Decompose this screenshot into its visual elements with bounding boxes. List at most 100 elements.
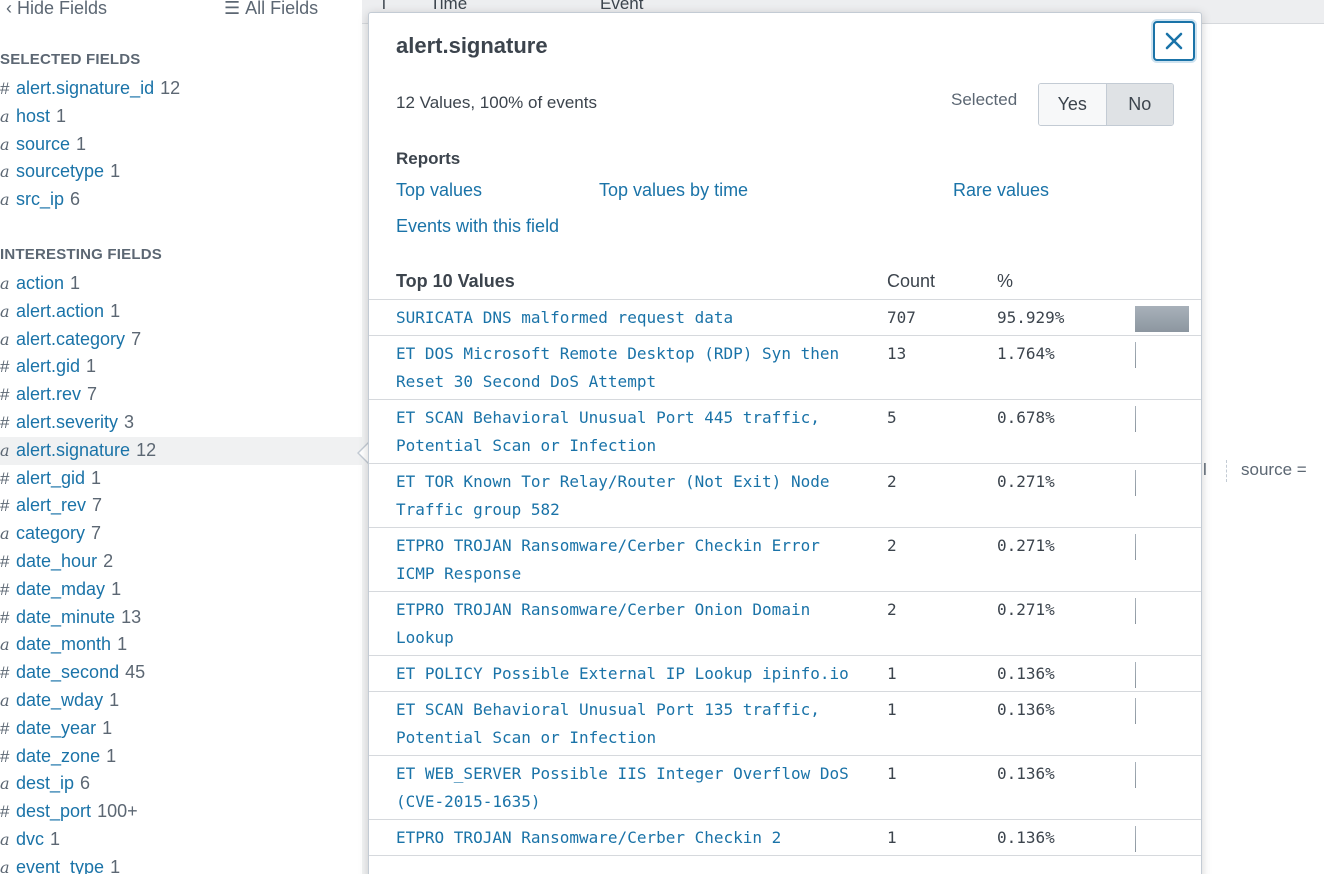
event-text-fragment: l	[1203, 460, 1207, 479]
top-values-link[interactable]: Top values	[396, 180, 482, 201]
field-name[interactable]: alert.rev	[16, 384, 81, 404]
value-percent-bar	[1135, 534, 1136, 560]
field-item[interactable]: # alert.signature_id 12	[0, 75, 362, 103]
field-item[interactable]: # alert.rev 7	[0, 381, 362, 409]
field-name[interactable]: date_wday	[16, 690, 103, 710]
value-link[interactable]: ET WEB_SERVER Possible IIS Integer Overf…	[396, 756, 866, 819]
field-item[interactable]: # date_minute 13	[0, 604, 362, 632]
value-link[interactable]: ETPRO TROJAN Ransomware/Cerber Checkin E…	[396, 528, 866, 591]
number-type-icon: #	[0, 412, 10, 432]
field-name[interactable]: dvc	[16, 829, 44, 849]
reports-heading: Reports	[396, 149, 461, 168]
field-item[interactable]: a src_ip 6	[0, 186, 362, 214]
field-name[interactable]: alert.action	[16, 301, 104, 321]
field-name[interactable]: date_second	[16, 662, 119, 682]
field-name[interactable]: alert.severity	[16, 412, 118, 432]
field-count: 7	[92, 495, 103, 516]
field-item[interactable]: a alert.action 1	[0, 298, 362, 326]
field-name[interactable]: action	[16, 273, 64, 293]
field-name[interactable]: date_mday	[16, 579, 105, 599]
string-type-icon: a	[0, 106, 10, 126]
field-item[interactable]: a event_type 1	[0, 854, 362, 874]
field-item[interactable]: # date_second 45	[0, 659, 362, 687]
chevron-left-icon: ‹	[6, 0, 12, 18]
hide-fields-button[interactable]: ‹ Hide Fields	[6, 0, 107, 19]
field-count: 1	[111, 578, 122, 599]
field-name[interactable]: alert_gid	[16, 468, 85, 488]
field-item[interactable]: a source 1	[0, 131, 362, 159]
event-source-label[interactable]: source =	[1241, 460, 1307, 480]
value-count: 13	[887, 344, 907, 363]
field-name[interactable]: dest_port	[16, 801, 91, 821]
value-count: 5	[887, 408, 897, 427]
field-item[interactable]: a date_month 1	[0, 631, 362, 659]
field-item[interactable]: # alert_gid 1	[0, 465, 362, 493]
field-count: 45	[125, 662, 146, 683]
number-type-icon: #	[0, 579, 10, 599]
value-row: ET POLICY Possible External IP Lookup ip…	[369, 656, 1201, 692]
field-name[interactable]: date_year	[16, 718, 96, 738]
interesting-fields-list: a action 1 a alert.action 1 a alert.category 7 # a…	[0, 270, 362, 874]
field-name[interactable]: event_type	[16, 857, 104, 874]
field-item[interactable]: # dest_port 100+	[0, 798, 362, 826]
value-link[interactable]: ETPRO TROJAN Ransomware/Cerber Checkin 2	[396, 820, 866, 855]
field-name[interactable]: alert.signature	[16, 440, 130, 460]
string-type-icon: a	[0, 301, 10, 321]
field-item[interactable]: # date_mday 1	[0, 576, 362, 604]
field-name[interactable]: date_hour	[16, 551, 97, 571]
value-link[interactable]: ET POLICY Possible External IP Lookup ip…	[396, 656, 866, 691]
top-values-table: SURICATA DNS malformed request data 707 95…	[369, 299, 1201, 856]
toggle-yes-button[interactable]: Yes	[1039, 84, 1107, 125]
number-type-icon: #	[0, 746, 10, 766]
field-item[interactable]: # date_hour 2	[0, 548, 362, 576]
value-percent-bar	[1135, 762, 1136, 788]
field-item[interactable]: # alert.gid 1	[0, 353, 362, 381]
field-item[interactable]: a dest_ip 6	[0, 770, 362, 798]
field-count: 6	[70, 189, 81, 210]
field-name[interactable]: category	[16, 523, 85, 543]
field-count: 1	[56, 105, 67, 126]
field-item[interactable]: # date_year 1	[0, 715, 362, 743]
field-item[interactable]: # alert_rev 7	[0, 492, 362, 520]
field-name[interactable]: alert.category	[16, 329, 125, 349]
value-link[interactable]: ET TOR Known Tor Relay/Router (Not Exit)…	[396, 464, 866, 527]
top-values-by-time-link[interactable]: Top values by time	[599, 180, 748, 201]
field-item[interactable]: a dvc 1	[0, 826, 362, 854]
field-item[interactable]: a action 1	[0, 270, 362, 298]
value-link[interactable]: ETPRO TROJAN Ransomware/Cerber Onion Dom…	[396, 592, 866, 655]
field-item[interactable]: a sourcetype 1	[0, 158, 362, 186]
field-name[interactable]: alert.gid	[16, 356, 80, 376]
field-name[interactable]: dest_ip	[16, 773, 74, 793]
field-name[interactable]: sourcetype	[16, 161, 104, 181]
field-item[interactable]: a alert.category 7	[0, 326, 362, 354]
field-name[interactable]: alert.signature_id	[16, 78, 154, 98]
field-item[interactable]: a alert.signature 12	[0, 436, 362, 465]
value-link[interactable]: ET SCAN Behavioral Unusual Port 135 traf…	[396, 692, 866, 755]
toggle-no-button[interactable]: No	[1106, 84, 1173, 125]
field-name[interactable]: src_ip	[16, 189, 64, 209]
field-item[interactable]: a host 1	[0, 103, 362, 131]
events-with-field-link[interactable]: Events with this field	[396, 216, 559, 237]
string-type-icon: a	[0, 274, 10, 293]
value-link[interactable]: ET SCAN Behavioral Unusual Port 445 traf…	[396, 400, 866, 463]
field-count: 100+	[97, 801, 138, 822]
value-link[interactable]: ET DOS Microsoft Remote Desktop (RDP) Sy…	[396, 336, 866, 399]
value-percent: 0.271%	[997, 472, 1055, 491]
value-row: ET SCAN Behavioral Unusual Port 445 traf…	[369, 400, 1201, 464]
field-name[interactable]: alert_rev	[16, 495, 86, 515]
value-link[interactable]: SURICATA DNS malformed request data	[396, 300, 866, 335]
field-name[interactable]: date_month	[16, 634, 111, 654]
field-name[interactable]: source	[16, 134, 70, 154]
close-button[interactable]	[1153, 21, 1195, 61]
field-item[interactable]: a category 7	[0, 520, 362, 548]
all-fields-button[interactable]: ☰ All Fields	[224, 0, 318, 19]
field-name[interactable]: date_zone	[16, 746, 100, 766]
field-name[interactable]: date_minute	[16, 607, 115, 627]
field-item[interactable]: # alert.severity 3	[0, 409, 362, 437]
popover-title: alert.signature	[396, 33, 548, 58]
field-item[interactable]: a date_wday 1	[0, 687, 362, 715]
field-name[interactable]: host	[16, 106, 50, 126]
number-type-icon: #	[0, 802, 10, 822]
rare-values-link[interactable]: Rare values	[953, 180, 1049, 201]
field-item[interactable]: # date_zone 1	[0, 743, 362, 771]
